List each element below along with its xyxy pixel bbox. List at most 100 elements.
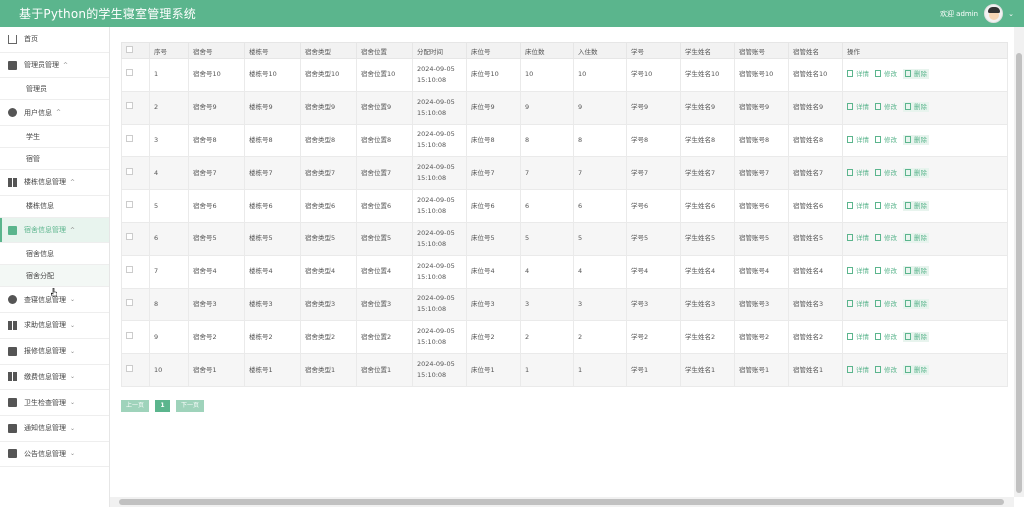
column-header[interactable]: 宿舍号 bbox=[188, 42, 245, 59]
sidebar-group-5[interactable]: 求助信息管理 ⌄ bbox=[0, 313, 109, 339]
table-row: 1 宿舍号10 楼栋号10 宿舍类型10 宿舍位置10 2024-09-05 15:10:0… bbox=[121, 58, 1008, 92]
table-cell: 15:10:08 bbox=[417, 207, 447, 216]
delete-button[interactable]: 删除 bbox=[903, 298, 929, 309]
column-header[interactable]: 学号 bbox=[626, 42, 681, 59]
edit-button[interactable]: 修改 bbox=[875, 135, 897, 144]
column-header[interactable]: 学生姓名 bbox=[680, 42, 735, 59]
sidebar-group-9[interactable]: 通知信息管理 ⌄ bbox=[0, 416, 109, 442]
edit-button[interactable]: 修改 bbox=[875, 168, 897, 177]
table-cell: 宿舍类型1 bbox=[305, 365, 336, 374]
edit-button[interactable]: 修改 bbox=[875, 201, 897, 210]
detail-button[interactable]: 详情 bbox=[847, 267, 869, 275]
sidebar-group-6[interactable]: 报修信息管理 ⌄ bbox=[0, 339, 109, 365]
detail-button[interactable]: 详情 bbox=[847, 201, 869, 210]
row-checkbox[interactable] bbox=[126, 331, 133, 339]
detail-button[interactable]: 详情 bbox=[847, 332, 869, 341]
delete-button[interactable]: 删除 bbox=[903, 167, 929, 178]
pagination: 上一页 1 下一页 bbox=[121, 400, 205, 412]
detail-button[interactable]: 详情 bbox=[847, 168, 869, 177]
edit-button[interactable]: 修改 bbox=[875, 365, 897, 374]
table-cell: 2024-09-05 bbox=[417, 163, 455, 172]
row-checkbox[interactable] bbox=[126, 134, 133, 142]
sidebar-sub-item[interactable]: 学生 bbox=[0, 126, 109, 149]
column-header[interactable]: 床位号 bbox=[466, 42, 521, 59]
column-header[interactable]: 床位数 bbox=[520, 42, 574, 59]
column-header[interactable]: 宿管姓名 bbox=[788, 42, 843, 59]
delete-button[interactable]: 删除 bbox=[903, 200, 929, 211]
prev-page-button[interactable]: 上一页 bbox=[121, 400, 150, 412]
delete-button[interactable]: 删除 bbox=[903, 134, 929, 145]
table-cell: 楼栋号9 bbox=[249, 103, 273, 112]
table-cell: 2024-09-05 bbox=[417, 64, 455, 73]
column-header[interactable]: 宿舍类型 bbox=[300, 42, 357, 59]
sidebar-sub-item[interactable]: 楼栋信息 bbox=[0, 196, 109, 218]
current-page-button[interactable]: 1 bbox=[155, 400, 171, 412]
column-header[interactable]: 入住数 bbox=[573, 42, 627, 59]
detail-button[interactable]: 详情 bbox=[847, 135, 869, 144]
detail-button[interactable]: 详情 bbox=[847, 365, 869, 374]
sidebar-group-2[interactable]: 楼栋信息管理 ^ bbox=[0, 170, 109, 196]
sidebar-sub-item[interactable]: 宿管 bbox=[0, 148, 109, 171]
chevron-down-icon[interactable]: ⌄ bbox=[1008, 10, 1014, 18]
row-checkbox[interactable] bbox=[126, 102, 133, 110]
delete-button[interactable]: 删除 bbox=[903, 69, 929, 80]
user-menu[interactable]: 欢迎 admin ⌄ bbox=[940, 4, 1014, 23]
detail-button[interactable]: 详情 bbox=[847, 234, 869, 242]
row-checkbox[interactable] bbox=[126, 167, 133, 175]
vertical-scrollbar[interactable] bbox=[1014, 27, 1024, 497]
edit-button[interactable]: 修改 bbox=[875, 234, 897, 242]
row-checkbox[interactable] bbox=[126, 364, 133, 372]
detail-button[interactable]: 详情 bbox=[847, 103, 869, 111]
avatar[interactable] bbox=[984, 4, 1004, 23]
sidebar-item-home[interactable]: 首页 bbox=[0, 27, 109, 53]
row-checkbox[interactable] bbox=[126, 200, 133, 208]
table-cell: 3 bbox=[525, 299, 530, 308]
delete-button[interactable]: 删除 bbox=[903, 364, 929, 375]
edit-button[interactable]: 修改 bbox=[875, 332, 897, 341]
table-cell: 宿舍号3 bbox=[193, 299, 217, 308]
detail-icon bbox=[847, 299, 853, 307]
fee-icon bbox=[8, 372, 17, 382]
row-checkbox[interactable] bbox=[126, 69, 133, 77]
sidebar-sub-item[interactable]: 宿舍信息 bbox=[0, 243, 109, 266]
delete-button[interactable]: 删除 bbox=[903, 102, 929, 113]
column-header[interactable]: 楼栋号 bbox=[244, 42, 301, 59]
sidebar-group-0[interactable]: 管理员管理 ^ bbox=[0, 53, 109, 79]
sidebar-group-1[interactable]: 用户信息 ^ bbox=[0, 100, 109, 127]
table-cell: 宿管姓名4 bbox=[793, 267, 824, 276]
table-cell: 10 bbox=[525, 70, 534, 79]
main-content: 序号 宿舍号 楼栋号 宿舍类型 宿舍位置 分配时间 床位号 床位数 入住数 学号 学生姓名 宿管账号宿… bbox=[110, 27, 1014, 497]
chevron-down-icon: ⌄ bbox=[70, 450, 76, 458]
column-header[interactable]: 宿管账号 bbox=[734, 42, 789, 59]
horizontal-scrollbar[interactable] bbox=[110, 497, 1014, 507]
delete-button[interactable]: 删除 bbox=[903, 233, 929, 244]
detail-button[interactable]: 详情 bbox=[847, 299, 869, 308]
column-header[interactable]: 宿舍位置 bbox=[356, 42, 413, 59]
column-header[interactable]: 操作 bbox=[842, 42, 1008, 59]
edit-button[interactable]: 修改 bbox=[875, 103, 897, 111]
column-header[interactable]: 序号 bbox=[149, 42, 189, 59]
sidebar-group-3[interactable]: 宿舍信息管理 ^ bbox=[0, 217, 109, 244]
column-header[interactable]: 分配时间 bbox=[412, 42, 467, 59]
chevron-up-icon: ^ bbox=[56, 109, 62, 117]
sidebar-sub-item[interactable]: 宿舍分配 bbox=[0, 265, 109, 288]
select-all-checkbox[interactable] bbox=[126, 46, 133, 53]
sidebar-group-8[interactable]: 卫生检查管理 ⌄ bbox=[0, 390, 109, 416]
table-cell: 宿舍类型3 bbox=[305, 299, 336, 308]
table-cell: 床位号8 bbox=[471, 135, 495, 144]
edit-button[interactable]: 修改 bbox=[875, 267, 897, 275]
row-checkbox[interactable] bbox=[126, 298, 133, 306]
table-cell: 2024-09-05 bbox=[417, 261, 455, 270]
delete-button[interactable]: 删除 bbox=[903, 266, 929, 277]
sidebar-sub-item[interactable]: 管理员 bbox=[0, 78, 109, 101]
row-checkbox[interactable] bbox=[126, 233, 133, 241]
next-page-button[interactable]: 下一页 bbox=[176, 400, 205, 412]
sidebar-group-10[interactable]: 公告信息管理 ⌄ bbox=[0, 442, 109, 468]
detail-button[interactable]: 详情 bbox=[847, 70, 869, 78]
sidebar-group-7[interactable]: 缴费信息管理 ⌄ bbox=[0, 365, 109, 391]
edit-button[interactable]: 修改 bbox=[875, 299, 897, 308]
row-checkbox[interactable] bbox=[126, 266, 133, 274]
table-cell: 床位号10 bbox=[471, 70, 499, 79]
edit-button[interactable]: 修改 bbox=[875, 70, 897, 78]
delete-button[interactable]: 删除 bbox=[903, 331, 929, 342]
